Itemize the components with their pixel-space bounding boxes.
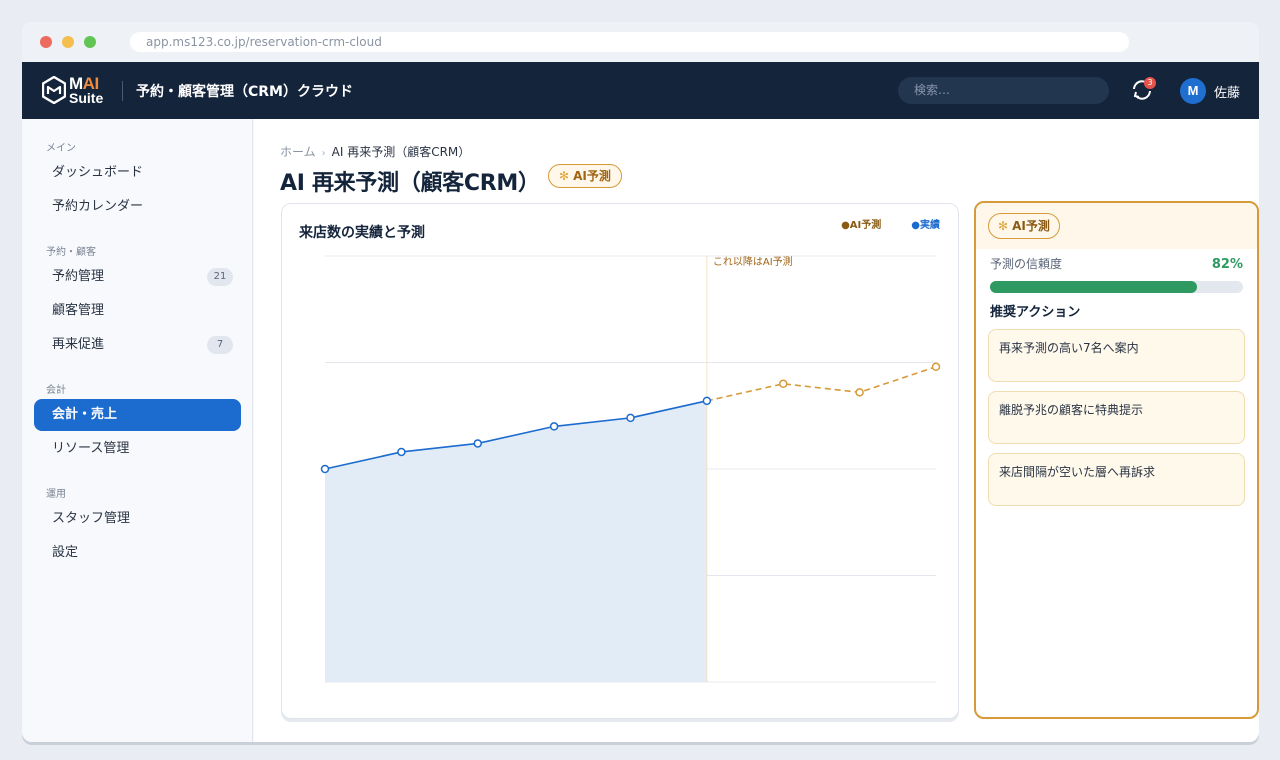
sidebar-item-revisit-promotion[interactable]: 再来促進 7 xyxy=(34,329,241,361)
sidebar-item-label: リソース管理 xyxy=(52,441,130,456)
sidebar-item-label: ダッシュボード xyxy=(52,165,144,180)
sync-count-badge: 3 xyxy=(1144,77,1156,89)
prediction-series-line xyxy=(706,366,937,402)
main-content: ホーム › AI 再来予測（顧客CRM） AI 再来予測（顧客CRM） ✻ AI予測 … xyxy=(254,119,1259,742)
sidebar-item-reservations[interactable]: 予約管理 21 xyxy=(34,261,241,293)
sidebar-item-label: 顧客管理 xyxy=(52,303,105,318)
sidebar-item-label: 予約管理 xyxy=(52,269,105,284)
sparkle-icon: ✻ xyxy=(998,219,1009,233)
top-navigation: MAI Suite 予約・顧客管理（CRM）クラウド 検索… 3 M 佐藤 xyxy=(22,62,1259,119)
app-title: 予約・顧客管理（CRM）クラウド xyxy=(136,84,353,100)
confidence-progress-bar xyxy=(990,281,1243,293)
address-bar[interactable]: app.ms123.co.jp/reservation-crm-cloud xyxy=(130,32,1129,52)
prediction-data-point xyxy=(779,379,788,389)
sidebar-section-main: メイン xyxy=(46,143,76,154)
sidebar-item-dashboard[interactable]: ダッシュボード xyxy=(34,157,241,189)
ai-panel-chip: ✻ AI予測 xyxy=(988,213,1060,239)
confidence-progress-fill xyxy=(990,281,1198,293)
user-name[interactable]: 佐藤 xyxy=(1214,82,1240,101)
action-card[interactable]: 再来予測の高い7名へ案内 xyxy=(988,329,1245,382)
action-card[interactable]: 来店間隔が空いた層へ再訴求 xyxy=(988,453,1245,506)
confidence-value: 82% xyxy=(1211,257,1243,272)
page-title: AI 再来予測（顧客CRM） xyxy=(280,171,540,196)
actual-area xyxy=(325,400,707,682)
action-card[interactable]: 離脱予兆の顧客に特典提示 xyxy=(988,391,1245,444)
sidebar-item-resources[interactable]: リソース管理 xyxy=(34,433,241,465)
ai-insight-panel: ✻ AI予測 予測の信頼度 82% 推奨アクション 再来予測の高い7名へ案内 離脱… xyxy=(974,201,1259,719)
prediction-data-point xyxy=(855,388,864,397)
confidence-label: 予測の信頼度 xyxy=(990,257,1063,271)
sidebar-item-label: 設定 xyxy=(52,545,79,560)
browser-window: app.ms123.co.jp/reservation-crm-cloud MA… xyxy=(22,22,1259,742)
count-badge: 21 xyxy=(207,268,233,286)
sidebar-item-reservation-calendar[interactable]: 予約カレンダー xyxy=(34,191,241,223)
breadcrumb: ホーム › AI 再来予測（顧客CRM） xyxy=(280,143,470,160)
actual-data-point xyxy=(320,464,330,474)
sidebar-item-settings[interactable]: 設定 xyxy=(34,537,241,569)
recommended-actions-title: 推奨アクション xyxy=(990,305,1081,320)
search-input[interactable]: 検索… xyxy=(898,77,1109,104)
sidebar-section-operations: 運用 xyxy=(46,489,66,500)
logo-mark-icon xyxy=(42,76,66,104)
actual-data-point xyxy=(473,439,482,448)
actual-data-point xyxy=(549,422,559,431)
actual-data-point xyxy=(397,447,406,457)
sidebar: メイン ダッシュボード 予約カレンダー 予約・顧客 予約管理 21 顧客管理 再来… xyxy=(22,119,253,742)
line-chart: これ以降はAI予測 xyxy=(320,255,941,683)
close-window-button[interactable] xyxy=(40,36,52,48)
actual-data-point xyxy=(626,413,635,423)
browser-chrome: app.ms123.co.jp/reservation-crm-cloud xyxy=(22,22,1259,62)
visits-chart-card: 来店数の実績と予測 ●AI予測 ●実績 これ以降はAI予測 xyxy=(281,203,959,719)
breadcrumb-separator: › xyxy=(321,148,326,159)
sidebar-item-label: 予約カレンダー xyxy=(52,199,144,214)
count-badge: 7 xyxy=(207,336,233,354)
forecast-annotation: これ以降はAI予測 xyxy=(713,255,793,268)
logo-subtitle: Suite xyxy=(69,90,104,106)
sidebar-section-reservation-customer: 予約・顧客 xyxy=(46,247,96,258)
breadcrumb-current: AI 再来予測（顧客CRM） xyxy=(331,145,471,159)
sidebar-item-staff[interactable]: スタッフ管理 xyxy=(34,503,241,535)
sidebar-item-accounting-sales[interactable]: 会計・売上 xyxy=(34,399,241,431)
avatar[interactable]: M xyxy=(1180,78,1206,104)
actual-data-point xyxy=(702,396,712,406)
ai-chip-label: AI予測 xyxy=(573,169,611,183)
sidebar-section-accounting: 会計 xyxy=(46,385,66,396)
app-logo[interactable]: MAI Suite xyxy=(42,74,106,108)
ai-panel-chip-label: AI予測 xyxy=(1012,219,1050,233)
nav-divider xyxy=(122,81,123,101)
sidebar-item-label: 再来促進 xyxy=(52,337,105,352)
breadcrumb-home[interactable]: ホーム xyxy=(280,145,316,159)
prediction-data-point xyxy=(931,362,941,372)
ai-panel-header: ✻ AI予測 xyxy=(976,203,1257,249)
maximize-window-button[interactable] xyxy=(84,36,96,48)
sidebar-item-label: スタッフ管理 xyxy=(52,511,131,526)
ai-prediction-chip: ✻ AI予測 xyxy=(548,164,622,188)
minimize-window-button[interactable] xyxy=(62,36,74,48)
sidebar-item-label: 会計・売上 xyxy=(52,407,118,422)
sidebar-item-customers[interactable]: 顧客管理 xyxy=(34,295,241,327)
sync-button[interactable]: 3 xyxy=(1130,77,1156,102)
sparkle-icon: ✻ xyxy=(559,169,570,183)
